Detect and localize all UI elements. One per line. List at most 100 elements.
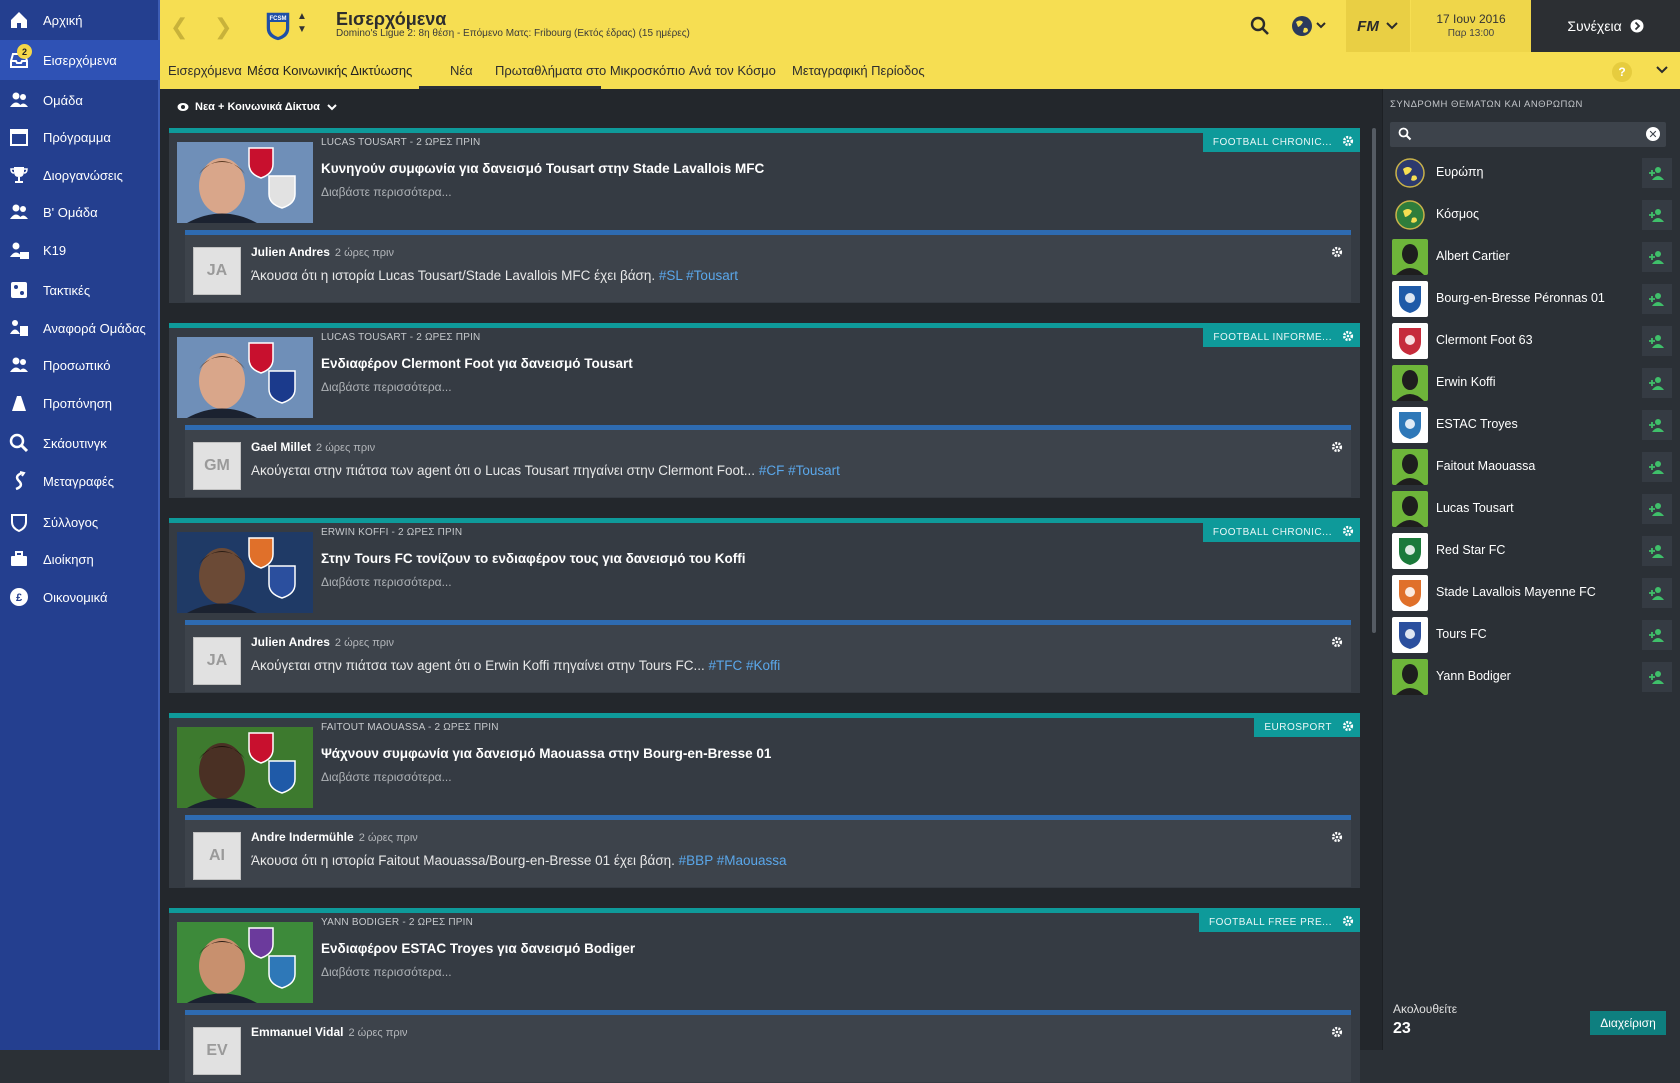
subscription-item[interactable]: Ευρώπη xyxy=(1390,153,1672,193)
sidebar-item-training[interactable]: Προπόνηση xyxy=(0,383,160,423)
subscription-name[interactable]: Tours FC xyxy=(1436,627,1487,641)
news-headline[interactable]: Ενδιαφέρον ESTAC Troyes για δανεισμό Bod… xyxy=(321,941,635,956)
tab-2[interactable]: Νέα xyxy=(450,63,473,78)
world-icon[interactable] xyxy=(1291,14,1331,38)
subscription-name[interactable]: ESTAC Troyes xyxy=(1436,417,1518,431)
subscription-name[interactable]: Albert Cartier xyxy=(1436,249,1510,263)
sidebar-item-home[interactable]: Αρχική xyxy=(0,0,160,40)
follow-button[interactable] xyxy=(1642,494,1672,524)
sidebar-item-reserve-team[interactable]: Β' Ομάδα xyxy=(0,192,160,232)
gear-icon[interactable] xyxy=(1342,915,1354,930)
news-source-tag[interactable]: FOOTBALL INFORME... xyxy=(1203,327,1360,347)
subscriptions-search-input[interactable] xyxy=(1418,125,1638,144)
sidebar-item-trophy[interactable]: Διοργανώσεις xyxy=(0,155,160,195)
follow-button[interactable] xyxy=(1642,284,1672,314)
clear-search-icon[interactable]: ✕ xyxy=(1646,127,1660,141)
subscription-name[interactable]: Red Star FC xyxy=(1436,543,1505,557)
post-hashtags[interactable]: #TFC #Koffi xyxy=(709,658,781,673)
search-icon[interactable] xyxy=(1248,14,1272,38)
follow-button[interactable] xyxy=(1642,158,1672,188)
sidebar-item-u19[interactable]: Κ19 xyxy=(0,230,160,270)
feed-scrollbar[interactable] xyxy=(1372,128,1376,633)
follow-button[interactable] xyxy=(1642,410,1672,440)
read-more-link[interactable]: Διαβάστε περισσότερα... xyxy=(321,380,452,394)
news-headline[interactable]: Ψάχνουν συμφωνία για δανεισμό Maouassa σ… xyxy=(321,746,771,761)
back-arrow-icon[interactable]: ❮ xyxy=(170,14,188,40)
news-source-tag[interactable]: FOOTBALL CHRONIC... xyxy=(1202,522,1360,542)
sidebar-item-club[interactable]: Σύλλογος xyxy=(0,502,160,542)
post-author[interactable]: Julien Andres xyxy=(251,635,330,649)
subscription-name[interactable]: Bourg-en-Bresse Péronnas 01 xyxy=(1436,291,1605,305)
help-icon[interactable]: ? xyxy=(1612,62,1632,82)
gear-icon[interactable] xyxy=(1342,525,1354,540)
follow-button[interactable] xyxy=(1642,242,1672,272)
post-author[interactable]: Andre Indermühle xyxy=(251,830,354,844)
read-more-link[interactable]: Διαβάστε περισσότερα... xyxy=(321,575,452,589)
gear-icon[interactable] xyxy=(1331,1025,1343,1043)
subscription-item[interactable]: Κόσμος xyxy=(1390,195,1672,235)
continue-button[interactable]: Συνέχεια xyxy=(1531,0,1680,52)
gear-icon[interactable] xyxy=(1342,720,1354,735)
sidebar-item-finances[interactable]: £ Οικονομικά xyxy=(0,577,160,617)
news-card[interactable]: ERWIN KOFFI - 2 ΩΡΕΣ ΠΡΙΝ Στην Tours FC τ… xyxy=(169,518,1360,693)
tab-0[interactable]: Εισερχόμενα xyxy=(168,63,242,78)
gear-icon[interactable] xyxy=(1331,635,1343,653)
subscription-name[interactable]: Erwin Koffi xyxy=(1436,375,1496,389)
news-source-tag[interactable]: FOOTBALL FREE PRE... xyxy=(1199,912,1360,932)
gear-icon[interactable] xyxy=(1331,440,1343,458)
post-hashtags[interactable]: #CF #Tousart xyxy=(759,463,840,478)
chevron-down-icon[interactable] xyxy=(1655,62,1669,78)
sidebar-item-inbox[interactable]: 2 Εισερχόμενα xyxy=(0,40,160,80)
news-card[interactable]: FAITOUT MAOUASSA - 2 ΩΡΕΣ ΠΡΙΝ Ψάχνουν συ… xyxy=(169,713,1360,888)
gear-icon[interactable] xyxy=(1331,245,1343,263)
club-crest-icon[interactable]: FCSM xyxy=(264,10,292,42)
subscription-item[interactable]: Lucas Tousart xyxy=(1390,489,1672,529)
follow-button[interactable] xyxy=(1642,662,1672,692)
follow-button[interactable] xyxy=(1642,536,1672,566)
news-source-tag[interactable]: FOOTBALL CHRONIC... xyxy=(1202,132,1360,152)
forward-arrow-icon[interactable]: ❯ xyxy=(214,14,232,40)
sidebar-item-team-report[interactable]: Αναφορά Ομάδας xyxy=(0,308,160,348)
sidebar-item-tactics[interactable]: Τακτικές xyxy=(0,270,160,310)
tab-3[interactable]: Πρωταθλήματα στο Μικροσκόπιο xyxy=(495,63,685,78)
sidebar-item-scouting[interactable]: Σκάουτινγκ xyxy=(0,423,160,463)
news-card[interactable]: LUCAS TOUSART - 2 ΩΡΕΣ ΠΡΙΝ Ενδιαφέρον Cl… xyxy=(169,323,1360,498)
feed-filter-dropdown[interactable]: Νεα + Κοινωνικά Δίκτυα xyxy=(177,101,338,113)
news-headline[interactable]: Κυνηγούν συμφωνία για δανεισμό Tousart σ… xyxy=(321,161,764,176)
read-more-link[interactable]: Διαβάστε περισσότερα... xyxy=(321,770,452,784)
subscription-item[interactable]: Erwin Koffi xyxy=(1390,363,1672,403)
subscription-item[interactable]: Albert Cartier xyxy=(1390,237,1672,277)
news-headline[interactable]: Ενδιαφέρον Clermont Foot για δανεισμό To… xyxy=(321,356,633,371)
subscription-name[interactable]: Yann Bodiger xyxy=(1436,669,1511,683)
subscription-name[interactable]: Ευρώπη xyxy=(1436,165,1483,179)
news-card[interactable]: YANN BODIGER - 2 ΩΡΕΣ ΠΡΙΝ Ενδιαφέρον EST… xyxy=(169,908,1360,1083)
fm-menu-button[interactable]: FM xyxy=(1346,0,1410,52)
read-more-link[interactable]: Διαβάστε περισσότερα... xyxy=(321,965,452,979)
tab-1[interactable]: Μέσα Κοινωνικής Δικτύωσης xyxy=(247,63,412,78)
subscription-item[interactable]: Faitout Maouassa xyxy=(1390,447,1672,487)
follow-button[interactable] xyxy=(1642,368,1672,398)
subscription-item[interactable]: ESTAC Troyes xyxy=(1390,405,1672,445)
subscription-name[interactable]: Clermont Foot 63 xyxy=(1436,333,1533,347)
subscription-item[interactable]: Bourg-en-Bresse Péronnas 01 xyxy=(1390,279,1672,319)
gear-icon[interactable] xyxy=(1331,830,1343,848)
follow-button[interactable] xyxy=(1642,200,1672,230)
post-author[interactable]: Julien Andres xyxy=(251,245,330,259)
subscription-item[interactable]: Stade Lavallois Mayenne FC xyxy=(1390,573,1672,613)
post-hashtags[interactable]: #BBP #Maouassa xyxy=(679,853,787,868)
follow-button[interactable] xyxy=(1642,620,1672,650)
subscription-name[interactable]: Κόσμος xyxy=(1436,207,1479,221)
club-switch-icon[interactable]: ▲ ▼ xyxy=(297,10,307,36)
read-more-link[interactable]: Διαβάστε περισσότερα... xyxy=(321,185,452,199)
sidebar-item-board[interactable]: Διοίκηση xyxy=(0,539,160,579)
news-card[interactable]: LUCAS TOUSART - 2 ΩΡΕΣ ΠΡΙΝ Κυνηγούν συμφ… xyxy=(169,128,1360,303)
gear-icon[interactable] xyxy=(1342,330,1354,345)
subscription-item[interactable]: Tours FC xyxy=(1390,615,1672,655)
tab-4[interactable]: Ανά τον Κόσμο xyxy=(689,63,776,78)
sidebar-item-calendar[interactable]: Πρόγραμμα xyxy=(0,117,160,157)
sidebar-item-transfers[interactable]: Μεταγραφές xyxy=(0,461,160,501)
post-author[interactable]: Gael Millet xyxy=(251,440,311,454)
follow-button[interactable] xyxy=(1642,578,1672,608)
follow-button[interactable] xyxy=(1642,452,1672,482)
post-hashtags[interactable]: #SL #Tousart xyxy=(659,268,738,283)
